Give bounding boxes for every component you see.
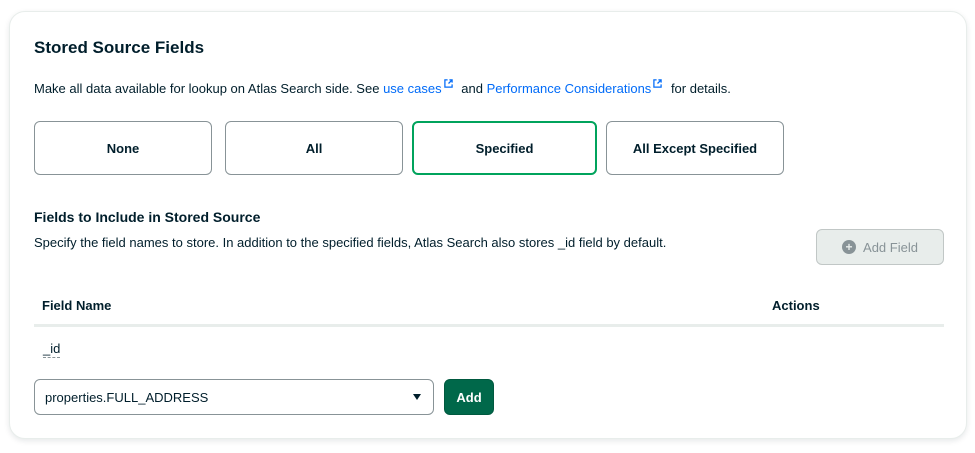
fields-section-description: Specify the field names to store. In add… bbox=[34, 235, 667, 250]
add-button[interactable]: Add bbox=[444, 379, 494, 415]
column-header-field-name: Field Name bbox=[42, 298, 112, 313]
add-field-button[interactable]: + Add Field bbox=[816, 229, 944, 265]
option-none[interactable]: None bbox=[34, 121, 212, 175]
table-header-divider bbox=[34, 324, 944, 327]
section-title: Stored Source Fields bbox=[34, 38, 205, 57]
description-prefix: Make all data available for lookup on At… bbox=[34, 81, 380, 96]
use-cases-link[interactable]: use cases bbox=[383, 79, 458, 96]
performance-considerations-link[interactable]: Performance Considerations bbox=[487, 79, 668, 96]
column-header-actions: Actions bbox=[772, 298, 820, 313]
field-select-value: properties.FULL_ADDRESS bbox=[45, 389, 209, 405]
add-field-label: Add Field bbox=[863, 239, 918, 255]
stored-source-card: Stored Source Fields Make all data avail… bbox=[9, 11, 967, 439]
option-all[interactable]: All bbox=[225, 121, 403, 175]
field-name-cell: _id bbox=[43, 341, 61, 358]
description-and: and bbox=[461, 81, 483, 96]
section-description: Make all data available for lookup on At… bbox=[34, 79, 731, 96]
caret-down-icon bbox=[413, 394, 421, 400]
fields-section-title: Fields to Include in Stored Source bbox=[34, 209, 261, 225]
plus-circle-icon: + bbox=[842, 240, 857, 254]
option-specified[interactable]: Specified bbox=[412, 121, 597, 175]
description-suffix: for details. bbox=[670, 81, 731, 96]
external-link-icon bbox=[443, 79, 453, 88]
external-link-icon bbox=[653, 79, 663, 88]
option-all-except-specified[interactable]: All Except Specified bbox=[606, 121, 784, 175]
field-name-select[interactable]: properties.FULL_ADDRESS bbox=[34, 379, 434, 415]
